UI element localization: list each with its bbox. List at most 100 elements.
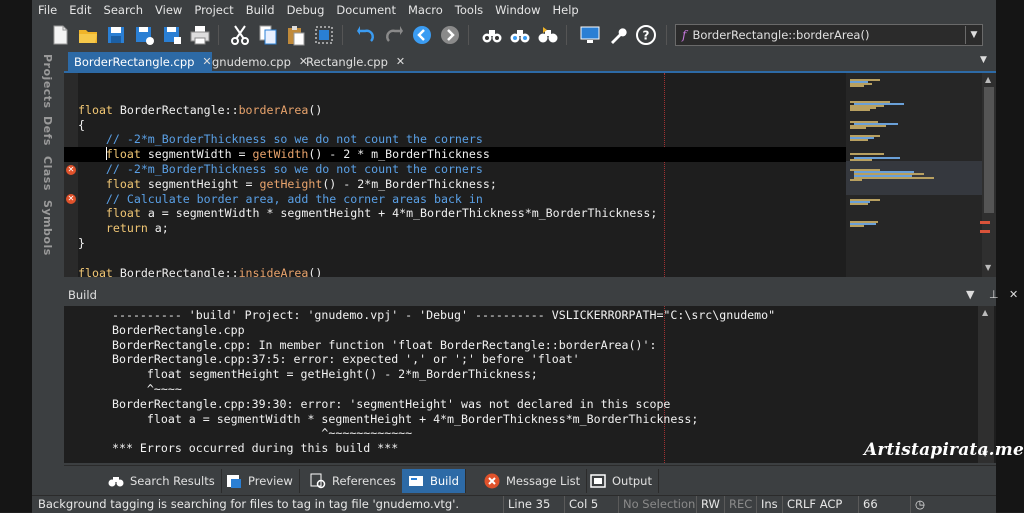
side-tab-defs[interactable]: Defs	[41, 116, 54, 146]
menu-build[interactable]: Build	[240, 0, 281, 20]
binoculars-icon	[108, 477, 124, 487]
side-tab-projects[interactable]: Projects	[41, 54, 54, 109]
side-tab-class[interactable]: Class	[41, 156, 54, 191]
menu-file[interactable]: File	[32, 0, 63, 20]
new-file-icon[interactable]	[48, 23, 72, 47]
close-icon[interactable]: ✕	[396, 55, 405, 68]
scroll-down-icon[interactable]: ▼	[985, 263, 991, 272]
status-encoding[interactable]: CRLF ACP	[782, 496, 857, 513]
code-line[interactable]: // -2*m_BorderThickness so we do not cou…	[78, 132, 846, 147]
tab-label: Search Results	[130, 474, 215, 488]
scroll-up-icon[interactable]: ▲	[982, 308, 988, 317]
build-output-line[interactable]: ---------- 'build' Project: 'gnudemo.vpj…	[112, 308, 775, 323]
tab-preview[interactable]: Preview	[220, 469, 300, 493]
status-line[interactable]: Line 35	[503, 496, 564, 513]
menu-window[interactable]: Window	[489, 0, 546, 20]
save-all-icon[interactable]	[160, 23, 184, 47]
tab-build[interactable]: Build	[402, 469, 466, 493]
editor-vertical-scrollbar[interactable]: ▲ ▼	[982, 73, 996, 277]
build-output-line[interactable]: BorderRectangle.cpp:37:5: error: expecte…	[112, 352, 775, 367]
save-as-icon[interactable]	[132, 23, 156, 47]
minimap[interactable]	[846, 73, 982, 277]
code-line[interactable]: float segmentHeight = getHeight() - 2*m_…	[78, 177, 846, 192]
build-output-line[interactable]: *** Errors occurred during this build **…	[112, 441, 775, 456]
wrench-icon[interactable]	[606, 23, 630, 47]
error-stripe[interactable]	[980, 221, 990, 224]
tab-rectangle[interactable]: Rectangle.cpp ✕	[300, 52, 411, 71]
build-output-line[interactable]: BorderRectangle.cpp: In member function …	[112, 338, 775, 353]
status-number[interactable]: 66	[858, 496, 907, 513]
code-line[interactable]: // Calculate border area, add the corner…	[78, 192, 846, 207]
build-output-line[interactable]: float segmentHeight = getHeight() - 2*m_…	[112, 367, 775, 382]
menu-view[interactable]: View	[149, 0, 188, 20]
current-code-line[interactable]: float segmentWidth = getWidth() - 2 * m_…	[64, 147, 846, 162]
menu-project[interactable]: Project	[188, 0, 239, 20]
status-col[interactable]: Col 5	[564, 496, 617, 513]
code-line[interactable]: float BorderRectangle::borderArea()	[78, 103, 846, 118]
select-all-icon[interactable]	[312, 23, 336, 47]
menu-help[interactable]: Help	[546, 0, 584, 20]
tab-search-results[interactable]: Search Results	[102, 469, 222, 493]
undo-icon[interactable]	[354, 23, 378, 47]
tab-output[interactable]: Output	[584, 469, 659, 493]
toolbar-separator	[218, 25, 219, 45]
build-output-line[interactable]: BorderRectangle.cpp:39:30: error: 'segme…	[112, 397, 775, 412]
build-output-line[interactable]: float a = segmentWidth * segmentHeight +…	[112, 412, 775, 427]
scrollbar-thumb[interactable]	[984, 87, 994, 213]
panel-menu-icon[interactable]: ▼	[966, 288, 974, 301]
error-marker-icon[interactable]: ✕	[66, 165, 76, 175]
help-icon[interactable]: ?	[634, 23, 658, 47]
code-line[interactable]: float a = segmentWidth * segmentHeight +…	[78, 206, 846, 221]
code-line[interactable]	[78, 88, 846, 103]
code-token: ()	[308, 265, 323, 277]
menu-tools[interactable]: Tools	[449, 0, 489, 20]
redo-icon[interactable]	[382, 23, 406, 47]
code-line[interactable]: // -2*m_BorderThickness so we do not cou…	[78, 162, 846, 177]
cut-icon[interactable]	[228, 23, 252, 47]
find-next-icon[interactable]	[536, 23, 560, 47]
build-output-line[interactable]: BorderRectangle.cpp	[112, 323, 775, 338]
back-icon[interactable]	[410, 23, 434, 47]
find-in-files-icon[interactable]	[508, 23, 532, 47]
forward-icon[interactable]	[438, 23, 462, 47]
code-line[interactable]	[78, 251, 846, 266]
menu-debug[interactable]: Debug	[281, 0, 331, 20]
print-icon[interactable]	[188, 23, 212, 47]
scroll-up-icon[interactable]: ▲	[985, 75, 991, 84]
build-output[interactable]: ---------- 'build' Project: 'gnudemo.vpj…	[64, 306, 996, 463]
copy-icon[interactable]	[256, 23, 280, 47]
status-rec[interactable]: REC	[724, 496, 757, 513]
find-icon[interactable]	[480, 23, 504, 47]
code-line[interactable]: return a;	[78, 221, 846, 236]
tab-borderrectangle[interactable]: BorderRectangle.cpp ✕	[68, 52, 212, 71]
code-line[interactable]: }	[78, 236, 846, 251]
chevron-down-icon[interactable]: ▼	[965, 26, 982, 44]
build-output-line[interactable]: ^~~~~	[112, 382, 775, 397]
error-stripe[interactable]	[980, 230, 990, 233]
tabs-dropdown-icon[interactable]: ▼	[980, 55, 987, 65]
build-output-line[interactable]: ^~~~~~~~~~~~~	[112, 426, 775, 441]
open-folder-icon[interactable]	[76, 23, 100, 47]
close-icon[interactable]: ✕	[1009, 288, 1018, 301]
paste-icon[interactable]	[284, 23, 308, 47]
monitor-icon[interactable]	[578, 23, 602, 47]
code-line[interactable]: {	[78, 118, 846, 133]
tab-gnudemo[interactable]: gnudemo.cpp ✕	[206, 52, 314, 71]
menu-document[interactable]: Document	[330, 0, 402, 20]
side-tab-symbols[interactable]: Symbols	[41, 200, 54, 256]
tab-references[interactable]: References	[304, 469, 403, 493]
menu-edit[interactable]: Edit	[63, 0, 97, 20]
status-selection[interactable]: No Selection	[618, 496, 699, 513]
minimap-line	[850, 109, 870, 111]
save-icon[interactable]	[104, 23, 128, 47]
status-rw[interactable]: RW	[696, 496, 725, 513]
pin-icon[interactable]: ⊥	[989, 288, 999, 301]
menu-macro[interactable]: Macro	[402, 0, 449, 20]
code-line[interactable]: float BorderRectangle::insideArea()	[78, 266, 846, 277]
tab-message-list[interactable]: Message List	[478, 469, 588, 493]
function-selector[interactable]: f BorderRectangle::borderArea() ▼	[675, 24, 983, 46]
code-editor[interactable]: ✕ ✕ float BorderRectangle::borderArea(){…	[64, 73, 846, 277]
menu-search[interactable]: Search	[98, 0, 150, 20]
error-marker-icon[interactable]: ✕	[66, 194, 76, 204]
status-ins[interactable]: Ins	[756, 496, 783, 513]
